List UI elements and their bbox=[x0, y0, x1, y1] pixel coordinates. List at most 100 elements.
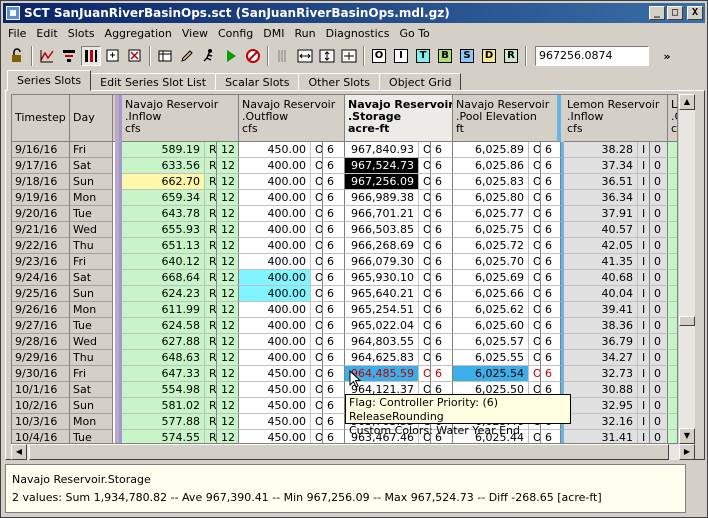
lemon-priority-cell[interactable]: 0 bbox=[650, 382, 668, 398]
fit-width-icon[interactable] bbox=[295, 46, 315, 66]
menu-slots[interactable]: Slots bbox=[63, 27, 100, 40]
inflow-priority-cell[interactable]: 12 bbox=[217, 222, 239, 238]
inflow-priority-cell[interactable]: 12 bbox=[217, 334, 239, 350]
lemon-priority-cell[interactable]: 0 bbox=[650, 286, 668, 302]
tab-edit-series-slot-list[interactable]: Edit Series Slot List bbox=[90, 73, 217, 91]
outflow-priority-cell[interactable]: 6 bbox=[323, 350, 345, 366]
storage-priority-cell[interactable]: 6 bbox=[431, 318, 453, 334]
pool-elevation-cell[interactable]: 6,025.80 bbox=[453, 190, 529, 206]
lemon-priority-cell[interactable]: 0 bbox=[650, 318, 668, 334]
outflow-cell[interactable]: 450.00 bbox=[239, 414, 311, 430]
inflow-cell[interactable]: 574.55 bbox=[122, 430, 205, 443]
inflow-priority-cell[interactable]: 12 bbox=[217, 398, 239, 414]
table-row[interactable]: 9/25/16 Sun 624.23 R 12 400.00 O 6 965,640.21 O 6 6… bbox=[12, 286, 677, 302]
lemon-inflow-cell[interactable]: 42.05 bbox=[564, 238, 638, 254]
maximize-button[interactable]: □ bbox=[667, 6, 683, 20]
outflow-flag-cell[interactable]: O bbox=[311, 190, 323, 206]
pool-flag-cell[interactable]: O bbox=[529, 142, 541, 158]
day-cell[interactable]: Tue bbox=[70, 318, 113, 334]
hscroll-thumb[interactable] bbox=[29, 444, 669, 460]
pool-flag-cell[interactable]: O bbox=[529, 206, 541, 222]
outflow-cell[interactable]: 450.00 bbox=[239, 430, 311, 443]
plot-icon[interactable] bbox=[37, 46, 57, 66]
header-day[interactable]: Day bbox=[70, 95, 113, 142]
pool-priority-cell[interactable]: 6 bbox=[541, 238, 561, 254]
outflow-priority-cell[interactable]: 6 bbox=[323, 414, 345, 430]
storage-cell[interactable]: 964,803.55 bbox=[345, 334, 419, 350]
outflow-priority-cell[interactable]: 6 bbox=[323, 142, 345, 158]
columns-icon[interactable] bbox=[81, 46, 101, 66]
inflow-cell[interactable]: 577.88 bbox=[122, 414, 205, 430]
inflow-cell[interactable]: 581.02 bbox=[122, 398, 205, 414]
day-cell[interactable]: Sun bbox=[70, 398, 113, 414]
table-row[interactable]: 9/19/16 Mon 659.34 R 12 400.00 O 6 966,989.38 O 6 6… bbox=[12, 190, 677, 206]
inflow-cell[interactable]: 655.93 bbox=[122, 222, 205, 238]
inflow-cell[interactable]: 611.99 bbox=[122, 302, 205, 318]
pool-elevation-cell[interactable]: 6,025.75 bbox=[453, 222, 529, 238]
pool-elevation-cell[interactable]: 6,025.89 bbox=[453, 142, 529, 158]
inflow-cell[interactable]: 640.12 bbox=[122, 254, 205, 270]
timestep-cell[interactable]: 10/2/16 bbox=[12, 398, 70, 414]
timestep-cell[interactable]: 9/26/16 bbox=[12, 302, 70, 318]
pool-elevation-cell[interactable]: 6,025.57 bbox=[453, 334, 529, 350]
storage-flag-cell[interactable]: O bbox=[419, 302, 431, 318]
outflow-flag-cell[interactable]: O bbox=[311, 206, 323, 222]
inflow-flag-cell[interactable]: R bbox=[205, 286, 217, 302]
outflow-cell[interactable]: 400.00 bbox=[239, 302, 311, 318]
lemon-priority-cell[interactable]: 0 bbox=[650, 238, 668, 254]
header-slot-2[interactable]: Navajo Reservoir .Storage acre-ft bbox=[345, 95, 453, 142]
pool-elevation-cell[interactable]: 6,025.83 bbox=[453, 174, 529, 190]
lemon-priority-cell[interactable]: 0 bbox=[650, 190, 668, 206]
lemon-inflow-cell[interactable]: 30.88 bbox=[564, 382, 638, 398]
pool-priority-cell[interactable]: 6 bbox=[541, 254, 561, 270]
inflow-cell[interactable]: 647.33 bbox=[122, 366, 205, 382]
header-slot-1[interactable]: Navajo Reservoir .Outflow cfs bbox=[239, 95, 345, 142]
timestep-cell[interactable]: 9/29/16 bbox=[12, 350, 70, 366]
scroll-up-icon[interactable]: ▲ bbox=[679, 94, 695, 110]
storage-priority-cell[interactable]: 6 bbox=[431, 222, 453, 238]
lemon-inflow-cell[interactable]: 39.41 bbox=[564, 302, 638, 318]
table-row[interactable]: 9/20/16 Tue 643.78 R 12 400.00 O 6 966,701.21 O 6 6… bbox=[12, 206, 677, 222]
minimize-button[interactable]: _ bbox=[649, 6, 665, 20]
lemon-outflow-cell[interactable] bbox=[668, 174, 677, 190]
lock-icon[interactable] bbox=[7, 46, 27, 66]
lemon-inflow-cell[interactable]: 32.73 bbox=[564, 366, 638, 382]
outflow-priority-cell[interactable]: 6 bbox=[323, 286, 345, 302]
lemon-inflow-cell[interactable]: 37.34 bbox=[564, 158, 638, 174]
pool-priority-cell[interactable]: 6 bbox=[541, 270, 561, 286]
timestep-cell[interactable]: 9/19/16 bbox=[12, 190, 70, 206]
table-row[interactable]: 9/23/16 Fri 640.12 R 12 400.00 O 6 966,079.30 O 6 6… bbox=[12, 254, 677, 270]
outflow-flag-cell[interactable]: O bbox=[311, 254, 323, 270]
table-row[interactable]: 9/26/16 Mon 611.99 R 12 400.00 O 6 965,254.51 O 6 6… bbox=[12, 302, 677, 318]
lemon-outflow-cell[interactable] bbox=[668, 270, 677, 286]
day-cell[interactable]: Thu bbox=[70, 350, 113, 366]
outflow-cell[interactable]: 450.00 bbox=[239, 142, 311, 158]
outflow-flag-cell[interactable]: O bbox=[311, 334, 323, 350]
day-cell[interactable]: Sun bbox=[70, 174, 113, 190]
inflow-flag-cell[interactable]: R bbox=[205, 174, 217, 190]
outflow-cell[interactable]: 400.00 bbox=[239, 350, 311, 366]
lemon-outflow-cell[interactable] bbox=[668, 222, 677, 238]
inflow-cell[interactable]: 662.70 bbox=[122, 174, 205, 190]
lemon-flag-cell[interactable]: I bbox=[638, 238, 650, 254]
storage-priority-cell[interactable]: 6 bbox=[431, 366, 453, 382]
tab-scalar-slots[interactable]: Scalar Slots bbox=[215, 73, 300, 91]
outflow-flag-cell[interactable]: O bbox=[311, 318, 323, 334]
play-icon[interactable] bbox=[221, 46, 241, 66]
flag-s-button[interactable]: S bbox=[457, 46, 477, 66]
lemon-priority-cell[interactable]: 0 bbox=[650, 334, 668, 350]
table-row[interactable]: 9/21/16 Wed 655.93 R 12 400.00 O 6 966,503.85 O 6 6… bbox=[12, 222, 677, 238]
inflow-cell[interactable]: 643.78 bbox=[122, 206, 205, 222]
inflow-flag-cell[interactable]: R bbox=[205, 254, 217, 270]
flag-b-button[interactable]: B bbox=[435, 46, 455, 66]
inflow-priority-cell[interactable]: 12 bbox=[217, 142, 239, 158]
pool-elevation-cell[interactable]: 6,025.72 bbox=[453, 238, 529, 254]
storage-priority-cell[interactable]: 6 bbox=[431, 158, 453, 174]
lemon-outflow-cell[interactable] bbox=[668, 142, 677, 158]
vertical-scrollbar[interactable]: ▲ ▼ bbox=[679, 94, 695, 444]
run-person-icon[interactable] bbox=[199, 46, 219, 66]
lemon-inflow-cell[interactable]: 38.36 bbox=[564, 318, 638, 334]
lemon-inflow-cell[interactable]: 34.27 bbox=[564, 350, 638, 366]
storage-priority-cell[interactable]: 6 bbox=[431, 142, 453, 158]
lemon-outflow-cell[interactable] bbox=[668, 366, 677, 382]
